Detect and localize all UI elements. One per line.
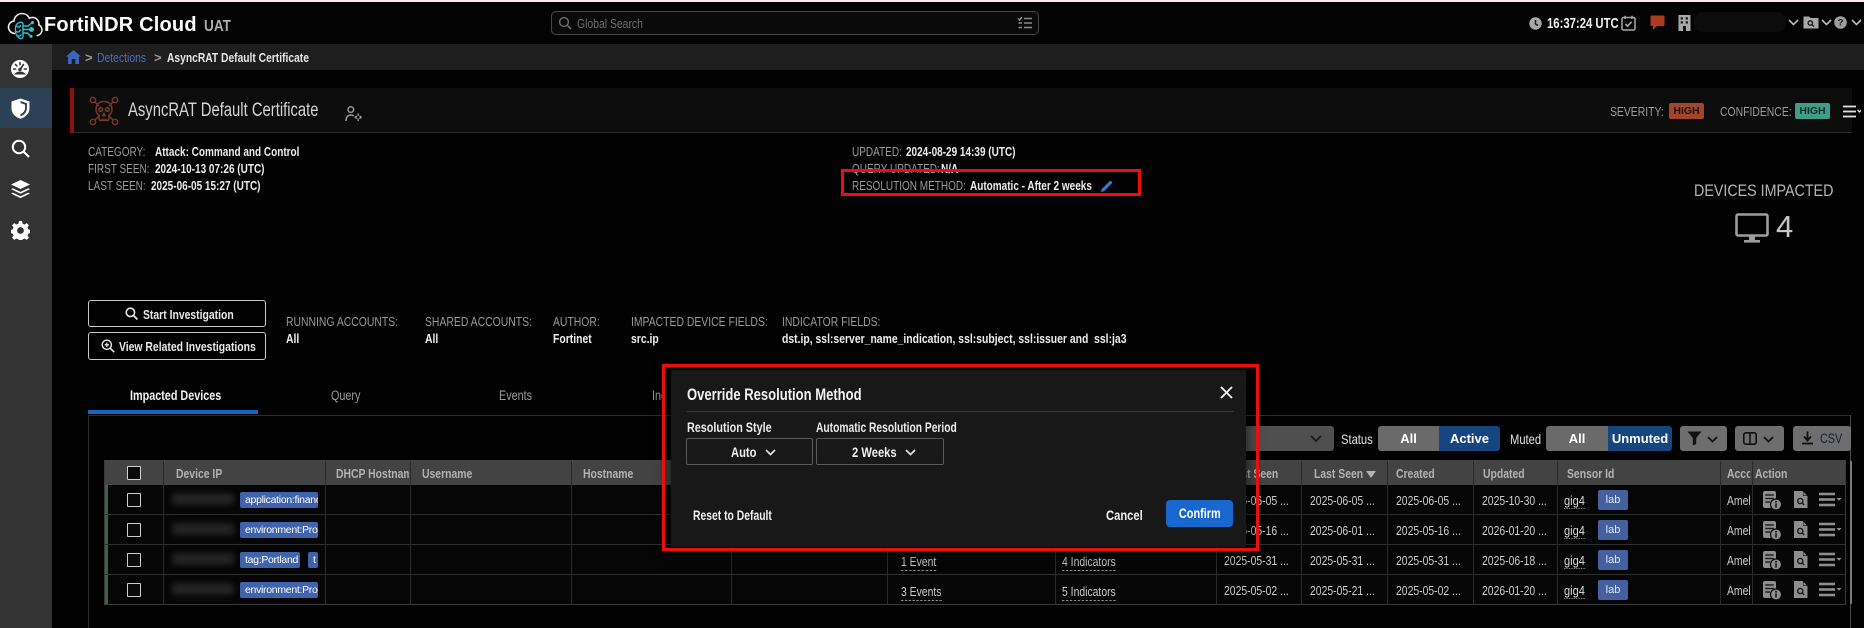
- svg-text:?: ?: [1838, 18, 1844, 29]
